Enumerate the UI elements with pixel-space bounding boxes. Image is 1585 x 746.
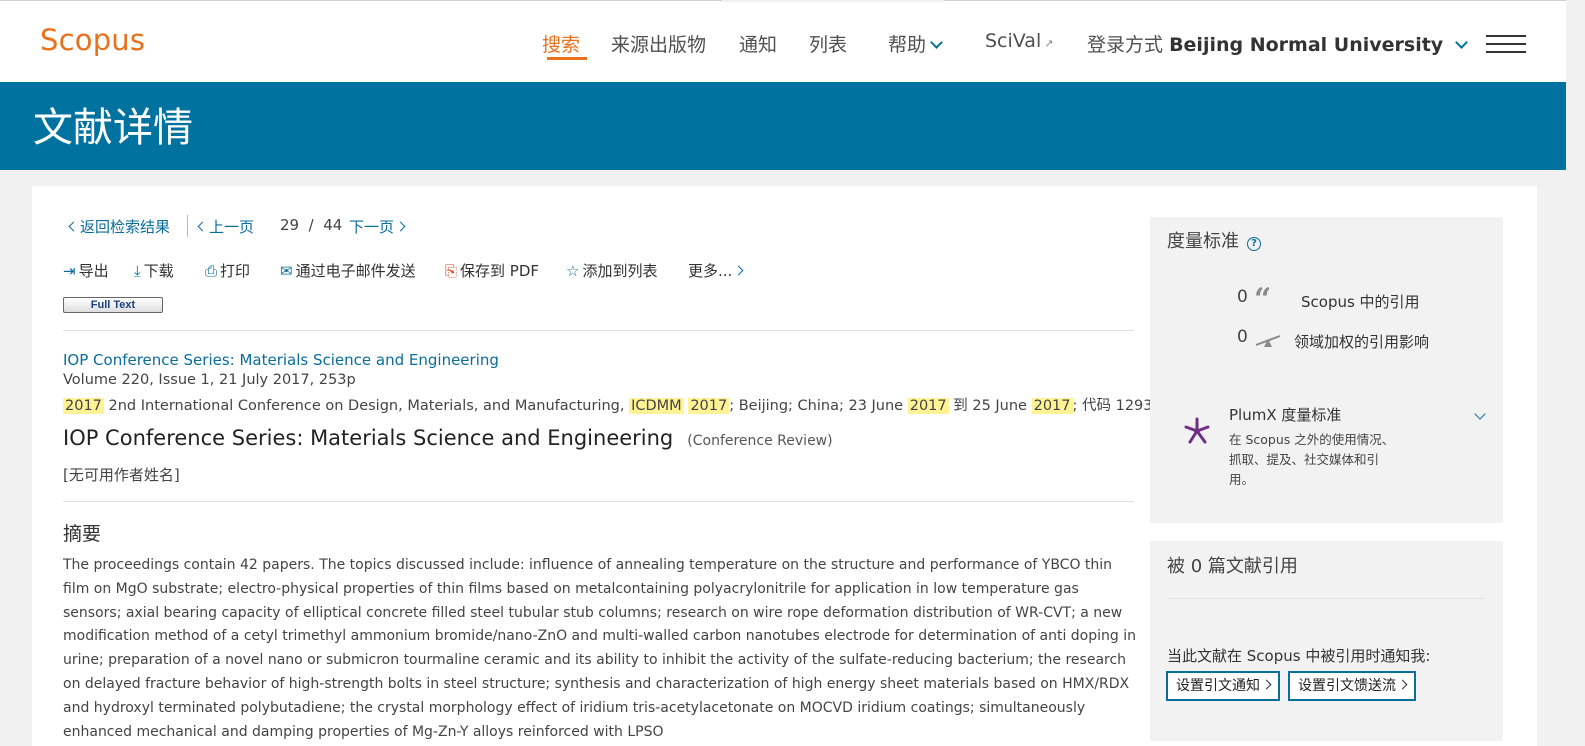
divider: [1167, 598, 1485, 599]
help-icon[interactable]: ?: [1247, 237, 1261, 251]
conference-text: ; Beijing; China; 23 June: [729, 398, 908, 414]
nav-search[interactable]: 搜索: [542, 30, 580, 57]
export-icon: ⇥: [63, 262, 76, 280]
save-pdf-button[interactable]: ⎘ 保存到 PDF: [445, 260, 539, 281]
set-feed-label: 设置引文馈送流: [1298, 678, 1396, 694]
save-pdf-label: 保存到 PDF: [460, 262, 540, 280]
scale-icon: [1255, 335, 1281, 347]
plumx-icon: [1184, 417, 1210, 444]
login-prefix: 登录方式: [1087, 34, 1164, 56]
result-position: 29 / 44: [280, 216, 342, 234]
citation-notify-text: 当此文献在 Scopus 中被引用时通知我:: [1167, 647, 1431, 665]
login-institution: Beijing Normal University: [1169, 34, 1444, 56]
envelope-icon: ✉: [280, 262, 293, 280]
nav-divider: [187, 215, 188, 237]
nav-sources[interactable]: 来源出版物: [611, 30, 706, 57]
export-label: 导出: [78, 262, 109, 280]
nav-active-indicator: [547, 57, 587, 60]
back-to-results-link[interactable]: 返回检索结果: [68, 216, 171, 237]
set-alert-label: 设置引文通知: [1176, 678, 1260, 694]
metrics-title-text: 度量标准: [1167, 231, 1239, 252]
divider: [63, 330, 1134, 331]
citations-count: 0: [1237, 287, 1248, 307]
set-citation-alert-button[interactable]: 设置引文通知: [1166, 671, 1280, 701]
authors: [无可用作者姓名]: [63, 466, 180, 484]
journal-link[interactable]: IOP Conference Series: Materials Science…: [63, 351, 499, 369]
more-menu-button[interactable]: 更多...: [688, 260, 744, 281]
fwci-label[interactable]: 领域加权的引用影响: [1294, 331, 1429, 352]
highlight-term: 2017: [688, 398, 730, 414]
chevron-right-icon: [1261, 679, 1272, 690]
highlight-term: 2017: [907, 398, 949, 414]
divider: [63, 501, 1134, 502]
abstract-heading: 摘要: [63, 523, 102, 545]
add-list-label: 添加到列表: [582, 262, 658, 280]
download-icon: ⤓: [134, 262, 141, 280]
chevron-down-icon: [930, 36, 943, 49]
print-button[interactable]: ⎙ 打印: [205, 260, 250, 281]
more-label: 更多...: [688, 262, 733, 280]
nav-scival-label: SciVal: [985, 30, 1042, 52]
add-to-list-button[interactable]: ☆ 添加到列表: [566, 260, 657, 281]
nav-lists[interactable]: 列表: [809, 30, 847, 57]
highlight-term: 2017: [63, 398, 104, 414]
plumx-description: 在 Scopus 之外的使用情况、抓取、提及、社交媒体和引用。: [1229, 432, 1395, 487]
nav-help-label: 帮助: [888, 34, 927, 56]
current-index: 29: [280, 216, 300, 234]
nav-help[interactable]: 帮助: [888, 30, 943, 57]
quote-icon: “: [1254, 282, 1272, 317]
printer-icon: ⎙: [205, 262, 218, 280]
pdf-icon: ⎘: [445, 262, 458, 280]
conference-text: 2nd International Conference on Design, …: [103, 398, 630, 414]
top-header: Scopus 搜索 来源出版物 通知 列表 帮助 SciVal ↗ 登录方式 Be…: [0, 0, 1585, 82]
abstract-text: The proceedings contain 42 papers. The t…: [63, 557, 1136, 740]
next-label: 下一页: [349, 218, 395, 236]
prev-label: 上一页: [209, 218, 255, 236]
fwci-count: 0: [1237, 327, 1248, 347]
nav-scival[interactable]: SciVal ↗: [985, 30, 1053, 52]
conference-line: 2017 2nd International Conference on Des…: [63, 394, 1171, 415]
chevron-left-icon: [197, 221, 208, 232]
next-page-link[interactable]: 下一页: [349, 216, 406, 237]
window-edge: [1566, 0, 1585, 719]
document-title-text: IOP Conference Series: Materials Science…: [63, 426, 674, 450]
page-banner: 文献详情: [0, 82, 1585, 170]
plumx-title[interactable]: PlumX 度量标准: [1229, 404, 1341, 425]
document-title: IOP Conference Series: Materials Science…: [63, 426, 833, 450]
volume-line: Volume 220, Issue 1, 21 July 2017, 253p: [63, 372, 356, 388]
prev-page-link[interactable]: 上一页: [197, 216, 255, 237]
chevron-right-icon: [733, 265, 744, 276]
export-button[interactable]: ⇥ 导出: [63, 260, 109, 281]
highlight-term: ICDMM: [629, 398, 684, 414]
email-button[interactable]: ✉ 通过电子邮件发送: [280, 260, 416, 281]
set-citation-feed-button[interactable]: 设置引文馈送流: [1288, 671, 1416, 701]
chevron-left-icon: [68, 221, 79, 232]
metrics-title: 度量标准?: [1167, 227, 1261, 253]
print-label: 打印: [220, 262, 251, 280]
external-link-icon: ↗: [1044, 37, 1054, 50]
pager-separator: /: [308, 216, 314, 234]
chevron-down-icon: [1455, 36, 1469, 49]
back-label: 返回检索结果: [80, 218, 171, 236]
nav-login-menu[interactable]: 登录方式 Beijing Normal University: [1087, 30, 1469, 57]
citations-label[interactable]: Scopus 中的引用: [1301, 291, 1420, 312]
highlight-term: 2017: [1031, 398, 1073, 414]
conference-text: 到 25 June: [948, 398, 1032, 414]
chevron-right-icon: [1397, 679, 1408, 690]
cited-by-title: 被 0 篇文献引用: [1167, 556, 1298, 577]
star-icon: ☆: [566, 262, 580, 280]
nav-alerts[interactable]: 通知: [739, 30, 777, 57]
email-label: 通过电子邮件发送: [295, 262, 416, 280]
header-top-gap: [722, 0, 944, 2]
full-text-button[interactable]: Full Text: [63, 297, 163, 313]
total-count: 44: [323, 216, 343, 234]
scopus-logo[interactable]: Scopus: [40, 23, 145, 57]
download-button[interactable]: ⤓ 下载: [134, 260, 174, 281]
page-title: 文献详情: [33, 105, 193, 151]
hamburger-menu-icon[interactable]: [1486, 35, 1526, 55]
document-type: (Conference Review): [687, 433, 833, 449]
chevron-right-icon: [395, 221, 406, 232]
download-label: 下载: [143, 262, 174, 280]
